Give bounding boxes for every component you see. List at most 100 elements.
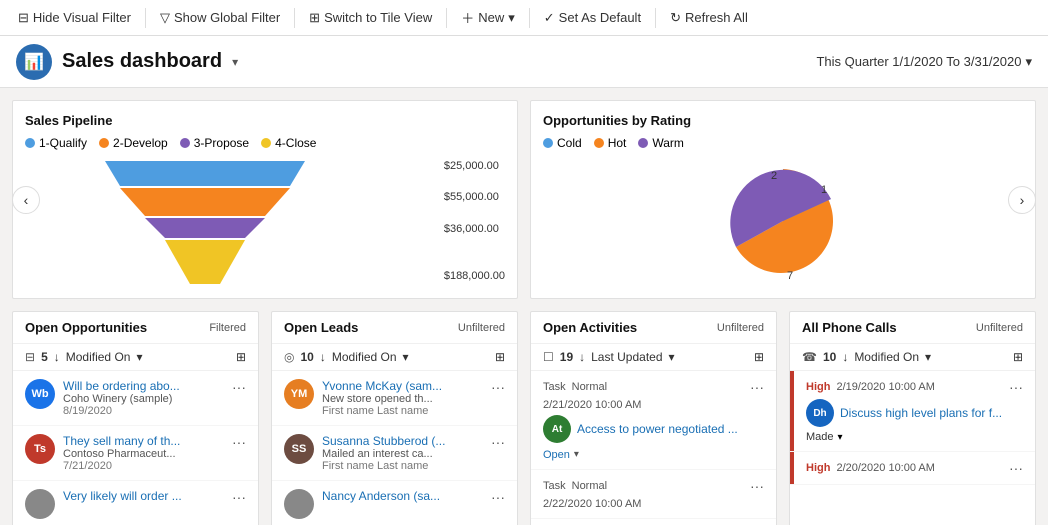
date-range[interactable]: This Quarter 1/1/2020 To 3/31/2020 ▾	[816, 54, 1032, 70]
phone-sort-icon: ↓	[842, 350, 848, 364]
dashboard: ‹ Sales Pipeline 1-Qualify 2-Develop	[0, 88, 1048, 525]
funnel-propose[interactable]	[145, 218, 265, 238]
open-opportunities-controls: ⊟ 5 ↓ Modified On ▾ ⊞	[13, 344, 258, 371]
opp-title-1: Will be ordering abo...	[63, 379, 203, 393]
lead-more-2[interactable]: ···	[491, 434, 505, 450]
opp-more-2[interactable]: ···	[232, 434, 246, 450]
opportunities-rating-card: Opportunities by Rating Cold Hot Warm	[530, 100, 1036, 299]
activity-more-1[interactable]: ···	[750, 379, 764, 395]
close-dot	[261, 138, 271, 148]
lead-avatar-2: SS	[284, 434, 314, 464]
lead-item-2[interactable]: SS Susanna Stubberod (... Mailed an inte…	[272, 426, 517, 481]
opp-item-1[interactable]: Wb Will be ordering abo... Coho Winery (…	[13, 371, 258, 426]
divider-4	[529, 8, 530, 28]
activities-icon: ☐	[543, 350, 554, 364]
page-title: Sales dashboard	[62, 50, 222, 73]
phone-more-1[interactable]: ···	[1009, 379, 1023, 395]
activity-more-2[interactable]: ···	[750, 478, 764, 494]
opp-item-2[interactable]: Ts They sell many of th... Contoso Pharm…	[13, 426, 258, 481]
open-opportunities-title: Open Opportunities	[25, 320, 147, 335]
opp-title-2: They sell many of th...	[63, 434, 203, 448]
lead-subtitle2-1: First name Last name	[322, 405, 483, 417]
lead-item-1[interactable]: YM Yvonne McKay (sam... New store opened…	[272, 371, 517, 426]
activities-sort-icon: ↓	[579, 350, 585, 364]
rating-legend: Cold Hot Warm	[543, 136, 1023, 150]
lead-item-3[interactable]: Nancy Anderson (sa... ···	[272, 481, 517, 525]
activity-item-1[interactable]: Task Normal ··· 2/21/2020 10:00 AM At Ac…	[531, 371, 776, 470]
pie-label-7: 7	[787, 270, 793, 282]
lead-avatar-1: YM	[284, 379, 314, 409]
charts-wrapper: ‹ Sales Pipeline 1-Qualify 2-Develop	[12, 100, 1036, 299]
lead-subtitle2-2: First name Last name	[322, 460, 483, 472]
grid-icon: ⊞	[309, 10, 320, 26]
set-as-default-button[interactable]: ✓ Set As Default	[534, 0, 651, 36]
leads-sort: Modified On	[332, 350, 397, 364]
phone-item-2[interactable]: High 2/20/2020 10:00 AM ···	[790, 452, 1035, 485]
new-button[interactable]: ＋ New ▾	[451, 0, 525, 36]
phone-status-chevron-1[interactable]: ▾	[838, 432, 843, 443]
legend-warm: Warm	[638, 136, 684, 150]
opp-subtitle-1: Coho Winery (sample)	[63, 393, 203, 405]
divider-5	[655, 8, 656, 28]
phone-priority-2: High	[806, 462, 830, 474]
lead-more-3[interactable]: ···	[491, 489, 505, 505]
opp-avatar-2: Ts	[25, 434, 55, 464]
activity-item-2[interactable]: Task Normal ··· 2/22/2020 10:00 AM	[531, 470, 776, 519]
opp-item-3[interactable]: Very likely will order ... ···	[13, 481, 258, 525]
switch-tile-view-button[interactable]: ⊞ Switch to Tile View	[299, 0, 442, 36]
opp-text-1: Will be ordering abo... Coho Winery (sam…	[63, 379, 224, 417]
sales-pipeline-title: Sales Pipeline	[25, 113, 505, 128]
sales-pipeline-legend: 1-Qualify 2-Develop 3-Propose 4-Close	[25, 136, 505, 150]
funnel-value-2: $55,000.00	[444, 191, 505, 203]
funnel-close[interactable]	[165, 240, 245, 284]
title-chevron-icon[interactable]: ▾	[232, 55, 238, 69]
legend-hot: Hot	[594, 136, 627, 150]
hot-dot	[594, 138, 604, 148]
leads-filter-icon[interactable]: ⊞	[495, 350, 505, 364]
activity-status-chevron-1[interactable]: ▾	[574, 449, 579, 460]
refresh-all-button[interactable]: ↻ Refresh All	[660, 0, 758, 36]
activity-type-2: Task	[543, 480, 566, 492]
table-icon: ⊟	[25, 350, 35, 364]
phone-sort: Modified On	[854, 350, 919, 364]
propose-dot	[180, 138, 190, 148]
activities-filter-icon[interactable]: ⊞	[754, 350, 764, 364]
funnel-develop[interactable]	[120, 188, 290, 216]
funnel-chart	[25, 156, 385, 286]
nav-left-button[interactable]: ‹	[12, 186, 40, 214]
phone-sort-chevron[interactable]: ▾	[925, 350, 931, 364]
show-global-filter-button[interactable]: ▽ Show Global Filter	[150, 0, 290, 36]
legend-develop: 2-Develop	[99, 136, 168, 150]
app-icon: 📊	[16, 44, 52, 80]
pie-chart: 1 2 7	[683, 151, 883, 291]
filter-controls-icon[interactable]: ⊞	[236, 350, 246, 364]
open-activities-header: Open Activities Unfiltered	[531, 312, 776, 344]
open-activities-controls: ☐ 19 ↓ Last Updated ▾ ⊞	[531, 344, 776, 371]
phone-item-1[interactable]: High 2/19/2020 10:00 AM ··· Dh Discuss h…	[790, 371, 1035, 452]
activity-status-1[interactable]: Open	[543, 449, 570, 461]
opp-subtitle-2: Contoso Pharmaceut...	[63, 448, 203, 460]
lead-more-1[interactable]: ···	[491, 379, 505, 395]
lead-subtitle-1: New store opened th...	[322, 393, 462, 405]
phone-more-2[interactable]: ···	[1009, 460, 1023, 476]
sort-chevron-icon[interactable]: ▾	[136, 350, 142, 364]
pie-label-1: 1	[821, 184, 827, 196]
activities-sort: Last Updated	[591, 350, 662, 364]
phone-priority-1: High	[806, 381, 830, 393]
nav-right-button[interactable]: ›	[1008, 186, 1036, 214]
phone-filter-icon[interactable]: ⊞	[1013, 350, 1023, 364]
sales-pipeline-card: Sales Pipeline 1-Qualify 2-Develop 3-Pro…	[12, 100, 518, 299]
activities-sort-chevron[interactable]: ▾	[669, 350, 675, 364]
lead-subtitle-2: Mailed an interest ca...	[322, 448, 462, 460]
open-opportunities-header: Open Opportunities Filtered	[13, 312, 258, 344]
activity-datetime-1: 2/21/2020 10:00 AM	[543, 399, 764, 411]
opp-date-1: 8/19/2020	[63, 405, 224, 417]
funnel-qualify[interactable]	[105, 161, 305, 186]
funnel-value-3: $36,000.00	[444, 223, 505, 235]
opp-more-1[interactable]: ···	[232, 379, 246, 395]
opp-more-3[interactable]: ···	[232, 489, 246, 505]
hide-visual-filter-button[interactable]: ⊟ Hide Visual Filter	[8, 0, 141, 36]
open-opportunities-card: Open Opportunities Filtered ⊟ 5 ↓ Modifi…	[12, 311, 259, 525]
activities-count: 19	[560, 350, 573, 364]
leads-sort-chevron[interactable]: ▾	[403, 350, 409, 364]
